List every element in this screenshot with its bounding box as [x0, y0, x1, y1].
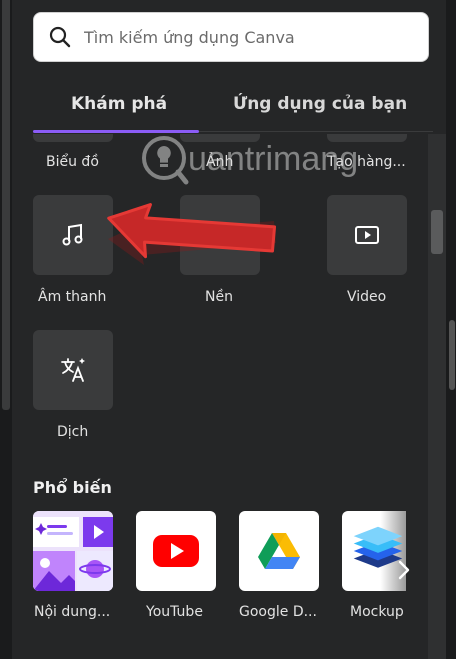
music-note-icon [62, 223, 83, 246]
popular-label-magic-media[interactable]: Nội dung... [34, 604, 110, 620]
apps-panel: Khám phá Ứng dụng của bạn Biểu đồ Ảnh Tạ… [12, 0, 446, 659]
search-input[interactable] [84, 27, 404, 47]
left-frame [0, 0, 12, 659]
app-label-charts[interactable]: Biểu đồ [46, 154, 99, 170]
popular-card-google-drive[interactable] [239, 511, 319, 591]
video-play-icon [355, 226, 379, 244]
app-tile-charts-partial[interactable] [33, 134, 113, 142]
translate-icon [61, 358, 85, 382]
watermark: uantrimang [140, 128, 380, 192]
popular-label-youtube[interactable]: YouTube [146, 604, 203, 620]
left-frame-bar [2, 0, 10, 410]
tab-your-apps[interactable]: Ứng dụng của bạn [233, 94, 407, 114]
popular-label-google-drive[interactable]: Google D... [239, 604, 317, 620]
annotation-arrow-icon [107, 203, 277, 265]
app-tile-translate[interactable] [33, 330, 113, 410]
youtube-icon [153, 535, 199, 567]
search-icon [49, 26, 71, 48]
app-label-translate[interactable]: Dịch [57, 424, 88, 440]
google-drive-icon [258, 533, 300, 569]
tab-bar: Khám phá Ứng dụng của bạn [33, 80, 433, 133]
right-frame [446, 0, 456, 659]
lightbulb-icon [142, 136, 189, 185]
app-label-video[interactable]: Video [347, 289, 386, 305]
app-tile-audio[interactable] [33, 195, 113, 275]
scrollbar-track[interactable] [428, 134, 446, 659]
right-frame-edge [449, 320, 455, 390]
tab-discover[interactable]: Khám phá [71, 94, 167, 114]
scroll-next-button[interactable] [392, 555, 416, 585]
popular-card-magic-media[interactable] [33, 511, 113, 591]
app-label-audio[interactable]: Âm thanh [38, 289, 106, 305]
popular-section-title: Phổ biến [33, 478, 112, 497]
app-tile-video[interactable] [327, 195, 407, 275]
popular-card-youtube[interactable] [136, 511, 216, 591]
watermark-text: uantrimang [188, 140, 359, 178]
popular-label-mockups[interactable]: Mockup [350, 604, 404, 620]
magic-media-icon [33, 511, 113, 591]
search-box[interactable] [33, 12, 429, 62]
chevron-right-icon [398, 560, 410, 580]
scrollbar-thumb[interactable] [431, 210, 443, 254]
